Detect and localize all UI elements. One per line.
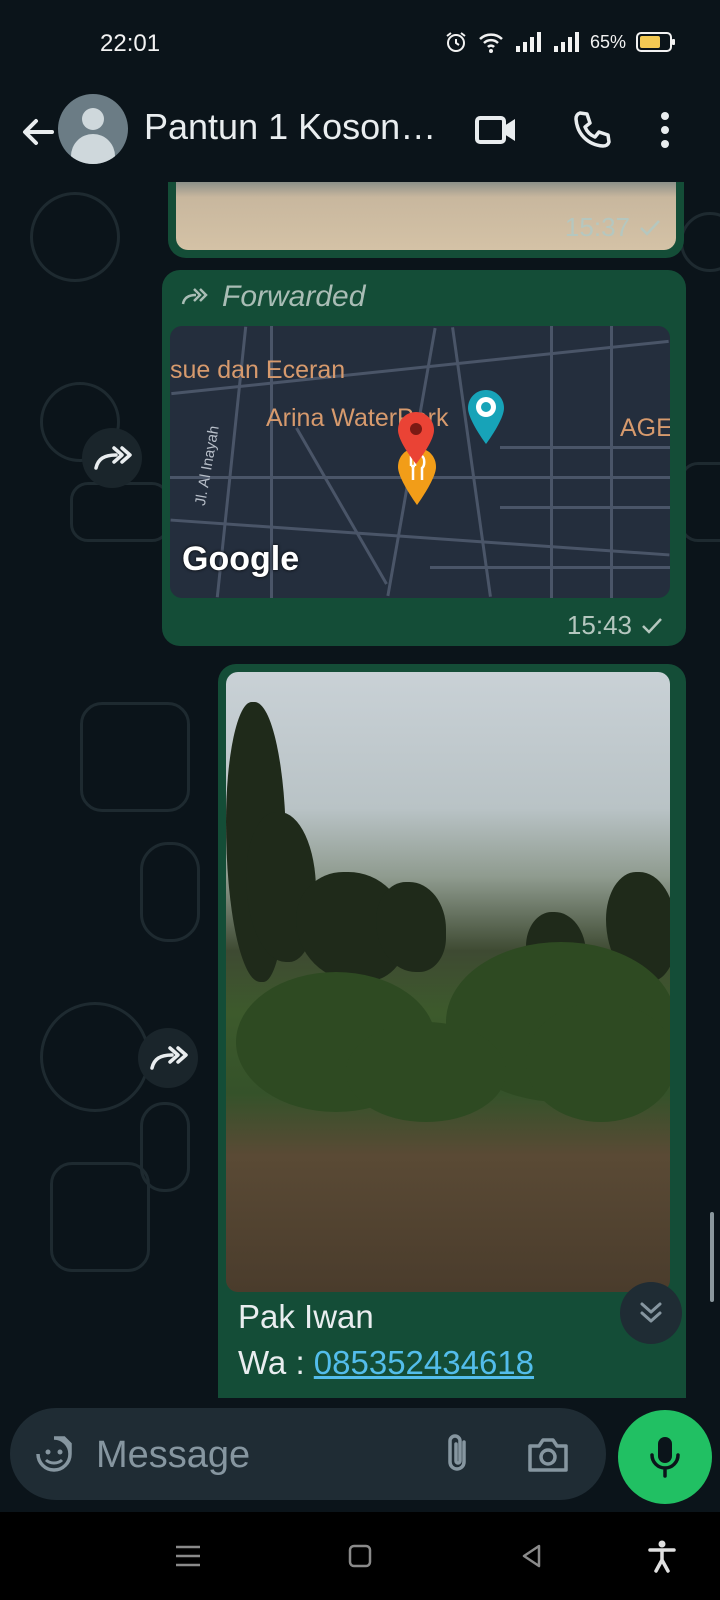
message-input[interactable]: Message	[10, 1408, 606, 1500]
location-pin-icon	[398, 412, 434, 464]
caption-prefix: Wa :	[238, 1344, 314, 1381]
back-arrow-icon[interactable]	[16, 110, 60, 154]
forwarded-label: Forwarded	[222, 280, 366, 313]
check-icon	[640, 219, 660, 236]
location-map[interactable]: sue dan Eceran Arina WaterPark AGE Jl. A…	[170, 326, 670, 598]
battery-icon	[636, 32, 675, 52]
message-bubble-image[interactable]: Pak Iwan Wa : 085352434618	[218, 664, 686, 1398]
google-logo: Google	[182, 540, 300, 578]
signal-icon	[553, 32, 579, 52]
wifi-icon	[479, 33, 503, 53]
alarm-icon	[446, 32, 466, 52]
check-icon	[642, 617, 662, 634]
map-label: sue dan Eceran	[170, 356, 346, 384]
message-bubble-image[interactable]: 15:37	[168, 182, 684, 258]
home-icon[interactable]	[338, 1534, 382, 1578]
nav-back-icon[interactable]	[510, 1534, 554, 1578]
chat-header: Pantun 1 Koson…	[0, 88, 720, 182]
scrollbar[interactable]	[710, 1212, 714, 1302]
signal-icon	[515, 32, 541, 52]
mic-icon	[650, 1437, 680, 1478]
map-label: AGE	[620, 414, 670, 442]
video-call-icon[interactable]	[470, 104, 522, 156]
chat-title[interactable]: Pantun 1 Koson…	[144, 106, 454, 148]
photo-thumbnail[interactable]	[226, 672, 670, 1292]
status-time: 22:01	[100, 30, 161, 57]
message-time: 15:37	[564, 212, 630, 242]
menu-icon[interactable]	[166, 1534, 210, 1578]
double-chevron-down-icon	[640, 1302, 662, 1323]
caption-name: Pak Iwan	[238, 1298, 374, 1335]
sticker-icon[interactable]	[30, 1430, 78, 1478]
message-bubble-location[interactable]: Forwarded sue dan Eceran Arina WaterPark…	[162, 270, 686, 646]
message-time: 15:43	[566, 610, 632, 640]
avatar[interactable]	[58, 94, 128, 164]
phone-link[interactable]: 085352434618	[314, 1344, 534, 1381]
attach-icon[interactable]	[434, 1430, 482, 1478]
forward-button[interactable]	[138, 1028, 198, 1088]
more-vert-icon[interactable]	[650, 104, 680, 156]
system-nav-bar	[0, 1512, 720, 1600]
map-street-label: Jl. Al Inayah	[192, 424, 223, 507]
forward-button[interactable]	[82, 428, 142, 488]
accessibility-icon[interactable]	[640, 1534, 684, 1578]
phone-icon[interactable]	[566, 104, 618, 156]
forward-icon	[150, 1046, 188, 1070]
status-bar: 22:01 65%	[0, 0, 720, 88]
forwarded-icon	[181, 288, 208, 305]
scroll-to-bottom-button[interactable]	[620, 1282, 682, 1344]
battery-percent: 65%	[589, 31, 626, 52]
input-bar: Message	[0, 1398, 720, 1500]
forward-icon	[94, 446, 132, 470]
park-pin-icon	[468, 390, 504, 444]
mic-button[interactable]	[618, 1410, 712, 1504]
camera-icon[interactable]	[524, 1430, 572, 1478]
doodle-pattern	[30, 192, 120, 282]
chat-area[interactable]: 15:37 Forwarded sue dan Eceran Arina Wat…	[0, 182, 720, 1398]
message-placeholder[interactable]: Message	[96, 1434, 250, 1477]
